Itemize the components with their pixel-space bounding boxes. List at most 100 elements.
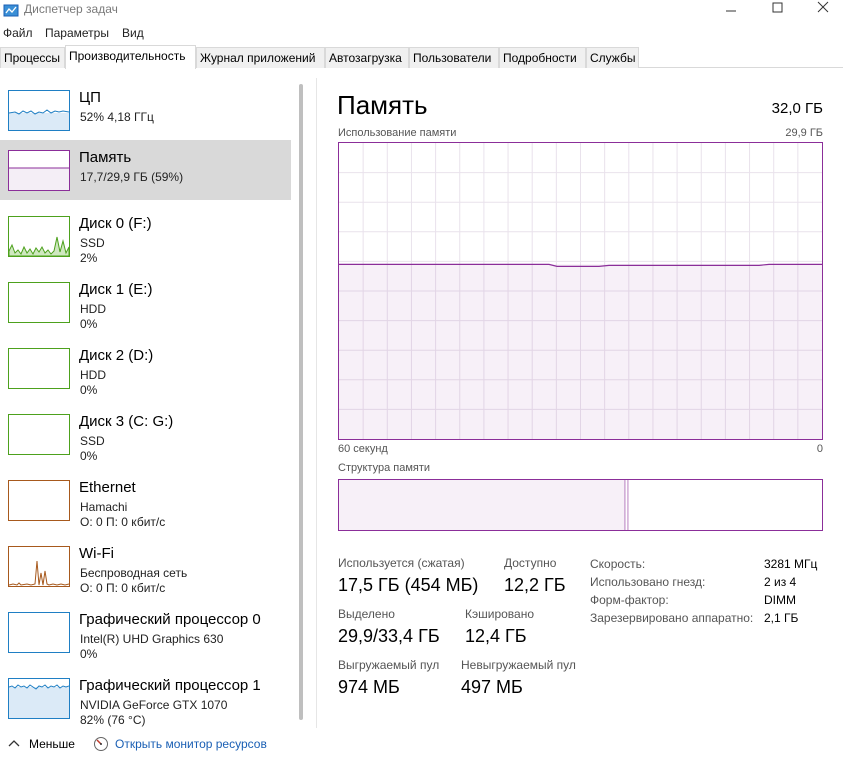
- sidebar-item-usage: 0%: [80, 449, 98, 463]
- memory-usage-graph: [338, 142, 823, 440]
- sidebar-item-usage: 0%: [80, 383, 98, 397]
- cpu-sparkline: [9, 109, 69, 130]
- gpu-1-sparkline: [9, 684, 69, 718]
- sidebar-item-usage: 0%: [80, 647, 98, 661]
- cpu-thumbnail: [8, 90, 70, 131]
- memory-sparkline: [9, 167, 69, 190]
- sidebar-item-throughput: О: 0 П: 0 кбит/с: [80, 581, 166, 595]
- disk-3-thumbnail: [8, 414, 70, 455]
- available-label: Доступно: [504, 556, 557, 570]
- sidebar-item-name: Wi-Fi: [79, 545, 114, 562]
- sidebar-item-name: Диск 1 (E:): [79, 281, 153, 298]
- ethernet-thumbnail: [8, 480, 70, 521]
- usage-graph-max: 29,9 ГБ: [785, 127, 823, 139]
- in-use-value: 17,5 ГБ (454 МБ): [338, 575, 479, 595]
- tab-bar: Процессы Производительность Журнал прило…: [0, 45, 843, 69]
- menu-bar: Файл Параметры Вид: [0, 22, 843, 42]
- form-factor-label: Форм-фактор:: [590, 593, 669, 607]
- menu-options[interactable]: Параметры: [45, 26, 109, 40]
- maximize-icon: [772, 2, 783, 13]
- tab-details[interactable]: Подробности: [499, 47, 586, 68]
- sidebar-item-usage: 82% (76 °C): [80, 713, 146, 727]
- disk-0-sparkline: [9, 236, 69, 256]
- structure-in-use-segment: [339, 480, 625, 530]
- tab-app-history[interactable]: Журнал приложений: [196, 47, 325, 68]
- memory-usage-chart: [339, 143, 822, 439]
- sidebar-item-name: Ethernet: [79, 479, 136, 496]
- paged-pool-label: Выгружаемый пул: [338, 658, 440, 672]
- title-bar: Диспетчер задач: [0, 0, 843, 22]
- hw-reserved-value: 2,1 ГБ: [764, 611, 799, 625]
- sidebar-item-ethernet[interactable]: Ethernet Hamachi О: 0 П: 0 кбит/с: [0, 470, 291, 530]
- sidebar-scrollbar[interactable]: [299, 84, 303, 720]
- memory-structure-chart: [339, 480, 629, 530]
- sidebar-item-name: Графический процессор 0: [79, 611, 261, 628]
- wifi-sparkline: [9, 560, 69, 586]
- menu-file[interactable]: Файл: [3, 26, 33, 40]
- memory-total: 32,0 ГБ: [771, 100, 823, 117]
- sidebar-item-disk-0[interactable]: Диск 0 (F:) SSD 2%: [0, 206, 291, 266]
- tab-users[interactable]: Пользователи: [409, 47, 499, 68]
- disk-0-thumbnail: [8, 216, 70, 257]
- sidebar-item-throughput: О: 0 П: 0 кбит/с: [80, 515, 166, 529]
- maximize-button[interactable]: [757, 0, 797, 22]
- structure-label: Структура памяти: [338, 462, 431, 474]
- sidebar-item-disk-2[interactable]: Диск 2 (D:) HDD 0%: [0, 338, 291, 398]
- memory-structure-bar: [338, 479, 823, 531]
- sidebar-item-usage: 0%: [80, 317, 98, 331]
- open-resource-monitor-link[interactable]: Открыть монитор ресурсов: [115, 737, 267, 751]
- speed-value: 3281 МГц: [764, 557, 818, 571]
- chevron-up-icon[interactable]: [8, 738, 20, 748]
- form-factor-value: DIMM: [764, 593, 796, 607]
- sidebar-item-name: ЦП: [79, 89, 101, 106]
- sidebar-item-usage: 2%: [80, 251, 98, 265]
- hw-reserved-label: Зарезервировано аппаратно:: [590, 611, 754, 625]
- sidebar-item-type: SSD: [80, 434, 105, 448]
- cached-value: 12,4 ГБ: [465, 626, 527, 646]
- close-button[interactable]: [803, 0, 843, 22]
- window-title: Диспетчер задач: [24, 2, 118, 16]
- gpu-1-thumbnail: [8, 678, 70, 719]
- sidebar-item-name: Диск 3 (C: G:): [79, 413, 174, 430]
- sidebar-item-type: HDD: [80, 368, 106, 382]
- sidebar-item-gpu-0[interactable]: Графический процессор 0 Intel(R) UHD Gra…: [0, 602, 291, 662]
- tab-services[interactable]: Службы: [586, 47, 639, 68]
- resource-monitor-icon: [94, 737, 108, 751]
- sidebar-item-detail: 17,7/29,9 ГБ (59%): [80, 170, 184, 184]
- panel-divider: [316, 78, 317, 728]
- close-icon: [817, 1, 829, 13]
- tab-performance[interactable]: Производительность: [65, 45, 196, 69]
- sidebar-item-gpu-1[interactable]: Графический процессор 1 NVIDIA GeForce G…: [0, 668, 291, 728]
- sidebar-item-type: SSD: [80, 236, 105, 250]
- usage-area: [339, 264, 822, 439]
- wifi-thumbnail: [8, 546, 70, 587]
- footer: Меньше Открыть монитор ресурсов: [0, 732, 843, 763]
- sidebar-item-disk-1[interactable]: Диск 1 (E:) HDD 0%: [0, 272, 291, 332]
- in-use-label: Используется (сжатая): [338, 556, 465, 570]
- graph-time-right: 0: [816, 443, 823, 455]
- cached-label: Кэшировано: [465, 607, 535, 621]
- sidebar-item-type: HDD: [80, 302, 106, 316]
- disk-1-thumbnail: [8, 282, 70, 323]
- minimize-button[interactable]: [711, 0, 751, 22]
- sidebar-item-name: Память: [79, 149, 132, 166]
- sidebar-item-memory[interactable]: Память 17,7/29,9 ГБ (59%): [0, 140, 291, 200]
- disk-2-thumbnail: [8, 348, 70, 389]
- nonpaged-pool-value: 497 МБ: [461, 677, 523, 697]
- sidebar-item-name: Диск 2 (D:): [79, 347, 154, 364]
- tab-startup[interactable]: Автозагрузка: [325, 47, 409, 68]
- sidebar-item-cpu[interactable]: ЦП 52% 4,18 ГГц: [0, 80, 291, 140]
- minimize-icon: [726, 10, 736, 12]
- fewer-details-button[interactable]: Меньше: [29, 737, 75, 751]
- nonpaged-pool-label: Невыгружаемый пул: [461, 658, 576, 672]
- menu-view[interactable]: Вид: [122, 26, 144, 40]
- sidebar-item-model: NVIDIA GeForce GTX 1070: [80, 698, 228, 712]
- sidebar-item-wifi[interactable]: Wi-Fi Беспроводная сеть О: 0 П: 0 кбит/с: [0, 536, 291, 596]
- tab-processes[interactable]: Процессы: [0, 47, 65, 68]
- sidebar-item-disk-3[interactable]: Диск 3 (C: G:) SSD 0%: [0, 404, 291, 464]
- slots-value: 2 из 4: [764, 575, 797, 589]
- sidebar-item-name: Графический процессор 1: [79, 677, 261, 694]
- page-title: Память: [337, 90, 428, 120]
- sidebar-item-adapter: Hamachi: [80, 500, 128, 514]
- sidebar-item-adapter: Беспроводная сеть: [80, 566, 188, 580]
